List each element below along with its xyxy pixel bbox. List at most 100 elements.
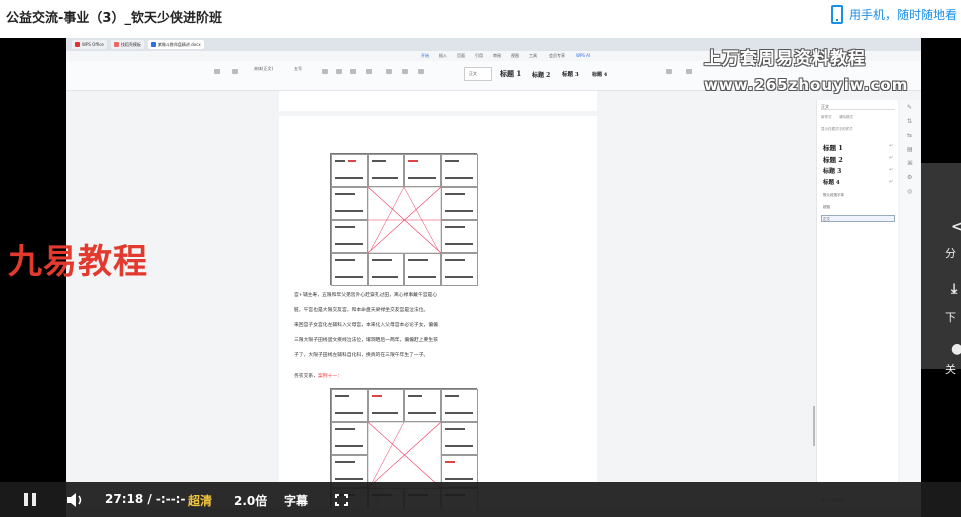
style-item-hyperlink: 超链 <box>823 205 830 209</box>
pause-icon <box>24 493 28 506</box>
page: 公益交流-事业（3）_钦天少侠进阶班 用手机，随时随地看 WPS Office … <box>0 0 961 517</box>
tool-icon: ⚙ <box>907 174 913 181</box>
style-item-h4: 标题 4 <box>823 180 840 186</box>
right-tool-strip: ✎ ⇅ ⇆ ▤ ⌘ ⚙ ◎ <box>900 100 920 512</box>
video-player[interactable]: WPS Office 找稻壳模板 紫微斗数命盘精讲.docx 开始 插入 页面 … <box>0 38 961 517</box>
menu-home: 开始 <box>421 53 429 58</box>
share-icon[interactable]: < <box>951 219 961 235</box>
chart-cell <box>368 154 404 187</box>
style-item-h3: 标题 3 <box>823 168 842 175</box>
format-icon <box>232 69 238 74</box>
speed-button[interactable]: 2.0倍 <box>234 492 267 509</box>
wps-window: WPS Office 找稻壳模板 紫微斗数命盘精讲.docx 开始 插入 页面 … <box>66 38 921 517</box>
wps-logo-icon <box>75 42 80 47</box>
wps-tab-home: WPS Office <box>72 40 107 49</box>
mobile-watch-link[interactable]: 用手机，随时随地看 <box>830 5 957 24</box>
style-item-normal: 正文 <box>823 217 830 221</box>
doc-line: 子了，大限子田线左辅科自化科，换真的在三限午年生了一子。 <box>294 353 429 358</box>
italic-icon <box>336 69 342 74</box>
chart-cell <box>441 389 478 422</box>
time-display: 27:18 / -:--:- <box>105 492 186 506</box>
fullscreen-icon-corner <box>344 494 348 498</box>
chart-cell <box>331 253 368 286</box>
mobile-watch-label: 用手机，随时随地看 <box>848 8 957 22</box>
font-name: 宋体(正文) <box>254 66 274 71</box>
phone-icon <box>830 5 843 24</box>
chart-cell <box>331 389 368 422</box>
wps-tab-document: 紫微斗数命盘精讲.docx <box>147 40 204 49</box>
previous-page-bottom <box>279 91 597 111</box>
underline-icon <box>350 69 356 74</box>
doc-icon <box>150 42 156 47</box>
doc-line: 脏，午宫也是大限交友宫，和本命盘天梁禄坐交友宫是泣法位。 <box>294 308 429 313</box>
pause-icon-bar <box>32 493 36 506</box>
style-h3: 标题 3 <box>562 72 579 78</box>
tool-icon: ▤ <box>907 146 913 153</box>
doc-line: 来回宫子女宫化左辅科入父母宫，本来化入父母宫本必论子女，偏偏 <box>294 323 438 328</box>
pause-button[interactable] <box>24 493 36 506</box>
fullscreen-icon-corner <box>335 502 339 506</box>
styles-tab-new: 新样式 <box>821 115 832 119</box>
wps-tab-template: 找稻壳模板 <box>110 40 144 49</box>
quality-button[interactable]: 超清 <box>188 492 212 509</box>
chart-cell <box>441 220 478 253</box>
fullscreen-icon <box>335 494 339 498</box>
light-icon[interactable]: ● <box>951 341 961 357</box>
style-h1: 标题 1 <box>500 69 522 78</box>
document-page: 宫+辅主寿，五限和年父弟皆外心赶穿孔过田，离心禄事戴午宫是心 脏，午宫也是大限交… <box>279 116 597 517</box>
style-item-h2: 标题 2 <box>823 156 843 164</box>
chart-cell <box>441 154 478 187</box>
volume-button[interactable] <box>66 492 86 508</box>
doc-line: 三限大限子田线蛋文疾线泣法位，壤洞晒后一两年，偏偏赶上要生孩 <box>294 338 438 343</box>
styles-panel-heading: 正文 <box>821 104 895 110</box>
chart-cell <box>331 154 368 187</box>
styles-panel: 正文 新样式 清除格式 显示在模式中的样式 标题 1 标题 2 标题 3 标题 … <box>816 100 898 512</box>
chart-cell <box>331 187 368 220</box>
tool-icon: ⇆ <box>907 132 913 139</box>
download-label[interactable]: 下 <box>945 309 956 325</box>
template-icon <box>113 42 119 47</box>
chart-cell <box>404 154 441 187</box>
paste-icon <box>214 69 220 74</box>
style-h2: 标题 2 <box>532 71 551 79</box>
tool-icon: ⌘ <box>907 160 913 167</box>
chart-cell <box>368 253 404 286</box>
pen-icon: ✎ <box>907 104 913 111</box>
download-icon[interactable]: ⤓ <box>951 281 957 297</box>
style-h4: 标题 4 <box>592 71 608 78</box>
share-label[interactable]: 分 <box>945 245 956 261</box>
watermark-resource: 上万套周易资料教程 <box>704 49 866 69</box>
watermark-brand: 九易教程 <box>8 242 148 282</box>
chart-cell <box>404 389 441 422</box>
tool-icon: ◎ <box>907 188 913 195</box>
light-label[interactable]: 关 <box>945 361 956 377</box>
align-icon <box>418 69 424 74</box>
style-item-normal-selected <box>821 215 895 222</box>
astrology-chart-1 <box>330 153 478 286</box>
styles-tab-clear: 清除格式 <box>839 115 853 119</box>
doc-line: 宫+辅主寿，五限和年父弟皆外心赶穿孔过田，离心禄事戴午宫是心 <box>294 293 438 298</box>
replace-icon <box>686 69 692 74</box>
styles-subtitle: 显示在模式中的样式 <box>821 127 853 131</box>
tool-icon: ⇅ <box>907 118 913 125</box>
course-title: 公益交流-事业（3）_钦天少侠进阶班 <box>6 11 222 26</box>
indent-icon <box>402 69 408 74</box>
menu-ref: 引用 <box>475 53 483 58</box>
menu-page: 页面 <box>457 53 465 58</box>
list-icon <box>386 69 392 74</box>
menu-view: 视图 <box>511 53 519 58</box>
subtitles-button[interactable]: 字幕 <box>284 492 308 509</box>
find-icon <box>666 69 672 74</box>
volume-icon <box>67 493 82 507</box>
menu-member: 会员专享 <box>549 53 565 58</box>
case-title: 案例十一： <box>318 374 342 379</box>
enter-icon: ↵ <box>889 155 894 161</box>
fullscreen-button[interactable] <box>335 494 348 506</box>
chart-cell <box>441 187 478 220</box>
chart-cell <box>404 253 441 286</box>
enter-icon: ↵ <box>889 167 894 173</box>
doc-case-line: 务农交系，案例十一： <box>294 372 342 382</box>
menu-tools: 工具 <box>529 53 537 58</box>
player-controls: 27:18 / -:--:- 超清 2.0倍 字幕 <box>0 482 961 517</box>
top-bar: 公益交流-事业（3）_钦天少侠进阶班 用手机，随时随地看 <box>0 0 961 32</box>
